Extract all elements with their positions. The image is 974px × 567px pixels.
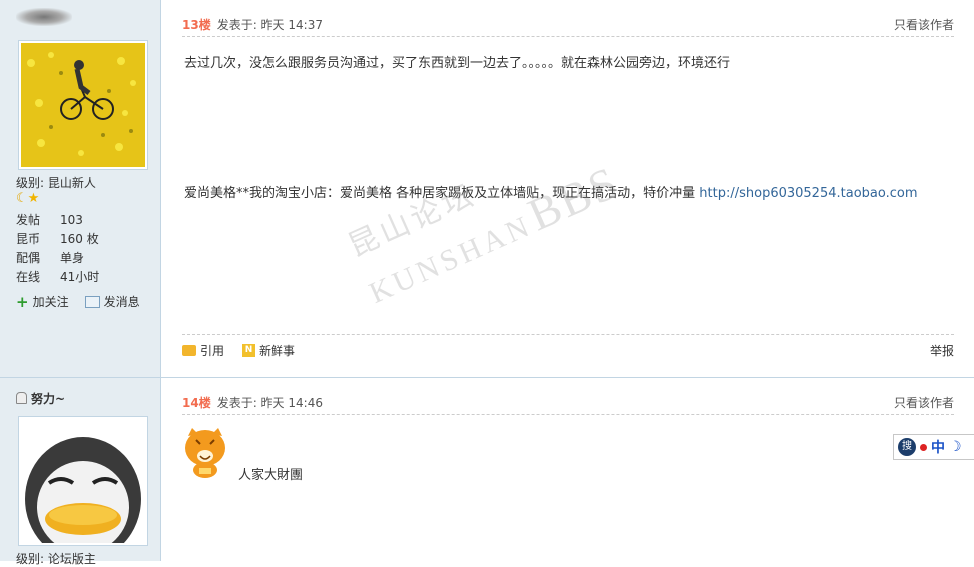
user-sidebar: 级别: 昆山新人 ☾★ 发帖 103 昆币 160 枚 配偶 单身 在线 41小时 + 加… [0, 0, 161, 377]
user-stats: 发帖 103 昆币 160 枚 配偶 单身 在线 41小时 [16, 211, 146, 287]
author-only-link[interactable]: 只看该作者 [894, 394, 954, 411]
post-header: 14楼 发表于: 昨天 14:46 只看该作者 [182, 390, 954, 415]
stat-spouse: 配偶 单身 [16, 251, 85, 265]
avatar-image [21, 419, 145, 543]
floor-number: 13楼 [182, 17, 211, 32]
ime-toolbar[interactable]: 搜 中 ☽ [893, 434, 974, 460]
post-date: 发表于: 昨天 14:46 [216, 395, 323, 410]
avatar[interactable] [18, 40, 148, 170]
username-blurred[interactable] [16, 8, 72, 26]
news-button[interactable]: N 新鲜事 [242, 342, 295, 359]
quote-button[interactable]: 引用 [182, 342, 224, 359]
floor-number: 14楼 [182, 395, 211, 410]
follow-button[interactable]: + 加关注 [16, 293, 69, 310]
stat-online: 在线 41小时 [16, 270, 100, 284]
ime-dot-icon [920, 443, 927, 451]
ime-logo-icon: 搜 [898, 438, 916, 456]
post-content: 去过几次，没怎么跟服务员沟通过，买了东西就到一边去了。。。。。就在森林公园旁边，… [184, 56, 731, 71]
signature-link[interactable]: http://shop60305254.taobao.com [699, 186, 917, 201]
quote-icon [182, 344, 196, 356]
ime-mode[interactable]: 中 [931, 437, 945, 457]
user-actions: + 加关注 发消息 [16, 293, 140, 310]
avatar[interactable] [18, 416, 148, 546]
user-icon [16, 392, 27, 404]
post-footer: 引用 N 新鲜事 举报 [182, 334, 954, 365]
moon-icon: ☾ [16, 191, 28, 206]
user-level: 级别: 昆山新人 [16, 176, 96, 190]
send-message-button[interactable]: 发消息 [84, 293, 140, 310]
tiger-emoticon-icon [182, 426, 228, 481]
post-main: 14楼 发表于: 昨天 14:46 只看该作者 人家大財團 [162, 378, 974, 561]
username[interactable]: 努力~ [16, 390, 65, 407]
user-level: 级别: 论坛版主 [16, 552, 96, 566]
post-13: 级别: 昆山新人 ☾★ 发帖 103 昆币 160 枚 配偶 单身 在线 41小时 + 加… [0, 0, 974, 377]
plus-icon: + [16, 292, 29, 311]
post-14: 努力~ 级别: 论坛版主 14楼 发表于: 昨天 14:46 只看该作者 人家大… [0, 377, 974, 566]
envelope-icon [84, 295, 100, 308]
user-sidebar: 努力~ 级别: 论坛版主 [0, 378, 161, 566]
half-width-icon[interactable]: ☽ [949, 439, 962, 455]
stat-posts: 发帖 103 [16, 213, 83, 227]
rank-icons: ☾★ [16, 191, 39, 206]
stat-coins: 昆币 160 枚 [16, 232, 99, 246]
star-icon: ★ [27, 191, 40, 206]
news-icon: N [242, 343, 256, 357]
post-date: 发表于: 昨天 14:37 [216, 17, 323, 32]
post-header: 13楼 发表于: 昨天 14:37 只看该作者 [182, 12, 954, 37]
avatar-image [21, 43, 145, 167]
report-link[interactable]: 举报 [930, 342, 954, 359]
author-only-link[interactable]: 只看该作者 [894, 16, 954, 33]
post-content: 人家大財團 [238, 468, 304, 483]
